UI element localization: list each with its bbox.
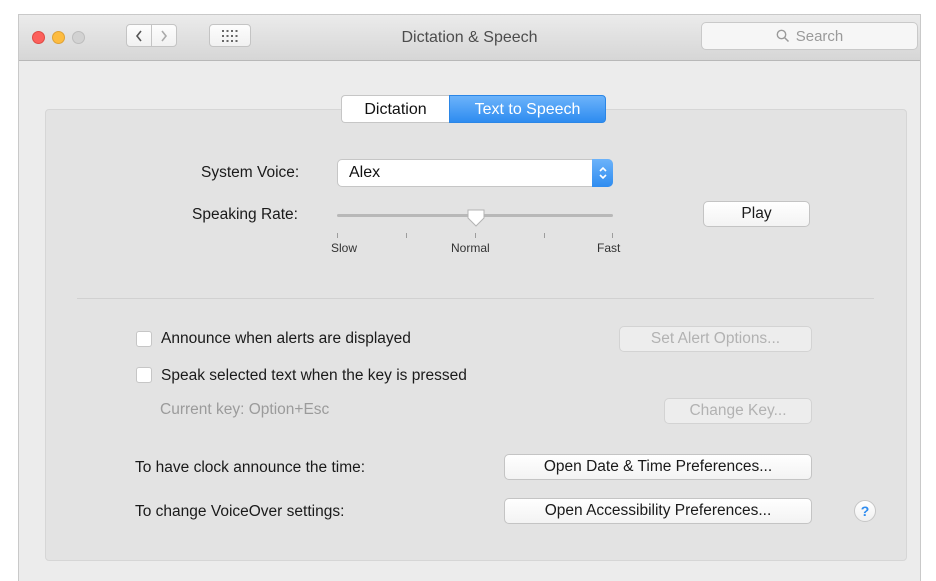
back-button[interactable] bbox=[126, 24, 152, 47]
preferences-window: Dictation & Speech Search Dictation Text… bbox=[18, 14, 921, 581]
slider-tick bbox=[544, 233, 545, 238]
rate-fast-label: Fast bbox=[597, 241, 621, 255]
title-bar: Dictation & Speech Search bbox=[19, 15, 920, 61]
help-button[interactable]: ? bbox=[854, 500, 876, 522]
chevron-left-icon bbox=[135, 30, 142, 41]
play-button[interactable]: Play bbox=[703, 201, 810, 227]
slider-tick bbox=[406, 233, 407, 238]
system-voice-label: System Voice: bbox=[201, 164, 300, 181]
minimize-window-button[interactable] bbox=[52, 31, 65, 44]
open-date-time-preferences-button[interactable]: Open Date & Time Preferences... bbox=[504, 454, 812, 480]
grid-icon bbox=[222, 29, 238, 42]
forward-button[interactable] bbox=[151, 24, 177, 47]
clock-announce-label: To have clock announce the time: bbox=[135, 459, 366, 476]
announce-alerts-label: Announce when alerts are displayed bbox=[161, 330, 411, 347]
search-placeholder: Search bbox=[795, 27, 844, 45]
change-key-button[interactable]: Change Key... bbox=[664, 398, 812, 424]
voiceover-settings-label: To change VoiceOver settings: bbox=[135, 503, 345, 520]
open-accessibility-preferences-button[interactable]: Open Accessibility Preferences... bbox=[504, 498, 812, 524]
help-icon: ? bbox=[860, 503, 870, 519]
system-voice-value: Alex bbox=[349, 164, 381, 181]
slider-tick bbox=[612, 233, 613, 238]
slider-thumb[interactable] bbox=[466, 208, 486, 228]
tab-dictation[interactable]: Dictation bbox=[341, 95, 449, 123]
popup-arrows-icon bbox=[592, 159, 613, 187]
separator bbox=[77, 298, 874, 299]
search-field[interactable]: Search bbox=[701, 22, 918, 50]
speaking-rate-label: Speaking Rate: bbox=[192, 206, 298, 223]
tab-control: Dictation Text to Speech bbox=[341, 95, 606, 123]
zoom-window-button bbox=[72, 31, 85, 44]
slider-tick bbox=[475, 233, 476, 238]
tab-text-to-speech[interactable]: Text to Speech bbox=[449, 95, 606, 123]
speak-selected-text-checkbox[interactable] bbox=[136, 367, 152, 383]
speak-selected-text-label: Speak selected text when the key is pres… bbox=[161, 367, 467, 384]
current-key-label: Current key: Option+Esc bbox=[160, 401, 330, 418]
search-icon bbox=[776, 29, 789, 43]
rate-slow-label: Slow bbox=[331, 241, 358, 255]
close-window-button[interactable] bbox=[32, 31, 45, 44]
chevron-right-icon bbox=[161, 30, 168, 41]
announce-alerts-checkbox[interactable] bbox=[136, 331, 152, 347]
show-all-button[interactable] bbox=[209, 24, 251, 47]
system-voice-popup[interactable]: Alex bbox=[337, 159, 613, 187]
rate-normal-label: Normal bbox=[451, 241, 490, 255]
set-alert-options-button[interactable]: Set Alert Options... bbox=[619, 326, 812, 352]
slider-tick bbox=[337, 233, 338, 238]
